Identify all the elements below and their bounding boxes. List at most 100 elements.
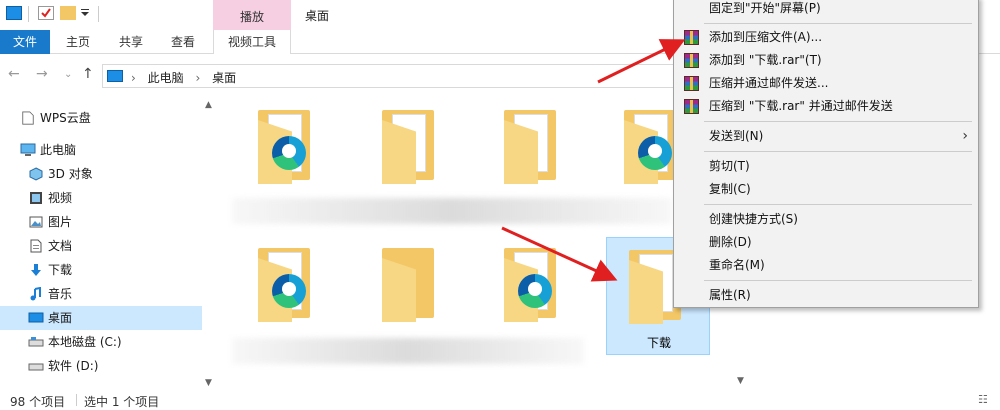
breadcrumb-item-desktop[interactable]: 桌面 xyxy=(212,71,236,85)
divider xyxy=(98,6,99,22)
computer-icon[interactable] xyxy=(6,6,22,20)
document-icon xyxy=(30,239,42,253)
breadcrumb-item-this-pc[interactable]: 此电脑 xyxy=(148,71,184,85)
sidebar-item-downloads[interactable]: 下载 xyxy=(0,258,202,282)
recent-locations-chevron-icon[interactable]: ⌄ xyxy=(64,69,72,80)
cube-icon xyxy=(29,167,43,181)
sidebar-item-label: 图片 xyxy=(48,215,73,229)
menu-separator xyxy=(704,151,972,152)
edge-shortcut-file-icon[interactable] xyxy=(500,248,560,322)
folder-icon[interactable] xyxy=(500,110,560,184)
sidebar-item-label: 软件 (D:) xyxy=(48,359,99,373)
menu-separator xyxy=(704,23,972,24)
sidebar-item-videos[interactable]: 视频 xyxy=(0,186,202,210)
menu-item-rename[interactable]: 重命名(M) xyxy=(674,254,978,276)
menu-item-send-to[interactable]: 发送到(N) › xyxy=(674,125,978,147)
drive-icon xyxy=(28,363,44,371)
winrar-icon xyxy=(684,30,699,45)
desktop-icon xyxy=(28,312,44,323)
up-arrow-icon[interactable]: ↑ xyxy=(82,66,94,82)
menu-item-label: 发送到(N) xyxy=(709,129,764,143)
winrar-icon xyxy=(684,99,699,114)
sidebar-item-label: 文档 xyxy=(48,239,73,253)
edge-shortcut-file-icon[interactable] xyxy=(620,110,680,184)
menu-item-pin-to-start[interactable]: 固定到"开始"屏幕(P) xyxy=(674,0,978,19)
sidebar-item-label: 下载 xyxy=(48,263,73,277)
sidebar-item-music[interactable]: 音乐 xyxy=(0,282,202,306)
menu-item-copy[interactable]: 复制(C) xyxy=(674,178,978,200)
sidebar-item-desktop[interactable]: 桌面 xyxy=(0,306,202,330)
menu-item-properties[interactable]: 属性(R) xyxy=(674,284,978,306)
window-title: 桌面 xyxy=(305,9,330,23)
sidebar-item-3d-objects[interactable]: 3D 对象 xyxy=(0,162,202,186)
menu-item-label: 属性(R) xyxy=(709,288,751,302)
scroll-up-arrow-icon[interactable]: ▲ xyxy=(205,100,212,110)
menu-item-label: 压缩并通过邮件发送... xyxy=(709,76,829,90)
scroll-down-arrow-icon[interactable]: ▼ xyxy=(205,378,212,388)
menu-item-cut[interactable]: 剪切(T) xyxy=(674,155,978,177)
menu-item-label: 复制(C) xyxy=(709,182,751,196)
navigation-pane: WPS云盘 此电脑 3D 对象 视频 图片 文档 下载 音乐 桌面 本地磁盘 (… xyxy=(0,100,202,388)
details-view-icon[interactable]: ☷ xyxy=(978,393,988,406)
scroll-down-arrow-icon[interactable]: ▼ xyxy=(737,376,744,386)
document-icon xyxy=(22,111,34,125)
tab-share[interactable]: 共享 xyxy=(108,30,154,54)
menu-item-label: 剪切(T) xyxy=(709,159,750,173)
menu-item-label: 重命名(M) xyxy=(709,258,765,272)
tab-video-tools[interactable]: 视频工具 xyxy=(213,30,291,54)
menu-item-compress-and-email[interactable]: 压缩并通过邮件发送... xyxy=(674,72,978,94)
sidebar-item-pictures[interactable]: 图片 xyxy=(0,210,202,234)
menu-separator xyxy=(704,280,972,281)
sidebar-item-label: 桌面 xyxy=(48,311,73,325)
computer-icon xyxy=(20,143,36,156)
tab-view[interactable]: 查看 xyxy=(160,30,206,54)
tab-file[interactable]: 文件 xyxy=(0,30,50,54)
menu-item-create-shortcut[interactable]: 创建快捷方式(S) xyxy=(674,208,978,230)
menu-item-compress-to-rar-and-email[interactable]: 压缩到 "下载.rar" 并通过邮件发送 xyxy=(674,95,978,117)
sidebar-item-label: 视频 xyxy=(48,191,73,205)
sidebar-item-local-disk-c[interactable]: 本地磁盘 (C:) xyxy=(0,330,202,354)
edge-shortcut-file-icon[interactable] xyxy=(254,110,314,184)
breadcrumb-separator-icon[interactable]: › xyxy=(131,71,136,85)
drive-icon xyxy=(28,337,44,347)
back-arrow-icon[interactable]: ← xyxy=(8,66,20,82)
blurred-file-name xyxy=(232,338,584,364)
breadcrumb: › 此电脑 › 桌面 xyxy=(131,69,244,86)
forward-arrow-icon[interactable]: → xyxy=(36,66,48,82)
sidebar-item-label: 音乐 xyxy=(48,287,73,301)
menu-item-add-to-rar[interactable]: 添加到 "下载.rar"(T) xyxy=(674,49,978,71)
address-bar[interactable]: › 此电脑 › 桌面 xyxy=(102,64,674,88)
submenu-chevron-icon: › xyxy=(962,128,968,144)
folder-icon[interactable] xyxy=(378,248,438,322)
edge-shortcut-file-icon[interactable] xyxy=(254,248,314,322)
music-note-icon xyxy=(30,287,41,301)
menu-separator xyxy=(704,121,972,122)
item-count: 98 个项目 xyxy=(10,395,66,409)
menu-item-delete[interactable]: 删除(D) xyxy=(674,231,978,253)
menu-item-label: 删除(D) xyxy=(709,235,752,249)
sidebar-item-wps-cloud[interactable]: WPS云盘 xyxy=(0,106,202,130)
menu-separator xyxy=(704,204,972,205)
menu-item-label: 创建快捷方式(S) xyxy=(709,212,798,226)
menu-item-add-to-archive[interactable]: 添加到压缩文件(A)... xyxy=(674,26,978,48)
divider xyxy=(76,394,77,406)
contextual-tab-group-play: 播放 xyxy=(213,0,291,30)
context-menu: 固定到"开始"屏幕(P) 添加到压缩文件(A)... 添加到 "下载.rar"(… xyxy=(673,0,979,308)
menu-item-label: 添加到压缩文件(A)... xyxy=(709,30,823,44)
sidebar-scrollbar[interactable]: ▲ ▼ xyxy=(203,100,217,390)
properties-check-icon[interactable] xyxy=(38,6,54,20)
sidebar-item-this-pc[interactable]: 此电脑 xyxy=(0,138,202,162)
contextual-tab-group-label: 播放 xyxy=(239,10,264,24)
sidebar-item-software-d[interactable]: 软件 (D:) xyxy=(0,354,202,378)
tab-home[interactable]: 主页 xyxy=(55,30,101,54)
folder-icon[interactable] xyxy=(378,110,438,184)
menu-item-label: 添加到 "下载.rar"(T) xyxy=(709,53,822,67)
new-folder-icon[interactable] xyxy=(60,6,76,20)
breadcrumb-separator-icon[interactable]: › xyxy=(195,71,200,85)
computer-icon xyxy=(107,70,123,82)
menu-item-label: 压缩到 "下载.rar" 并通过邮件发送 xyxy=(709,99,893,113)
folder-name: 下载 xyxy=(646,336,671,350)
download-arrow-icon xyxy=(31,264,41,276)
sidebar-item-documents[interactable]: 文档 xyxy=(0,234,202,258)
customize-toolbar-dropdown-icon[interactable] xyxy=(80,6,90,20)
